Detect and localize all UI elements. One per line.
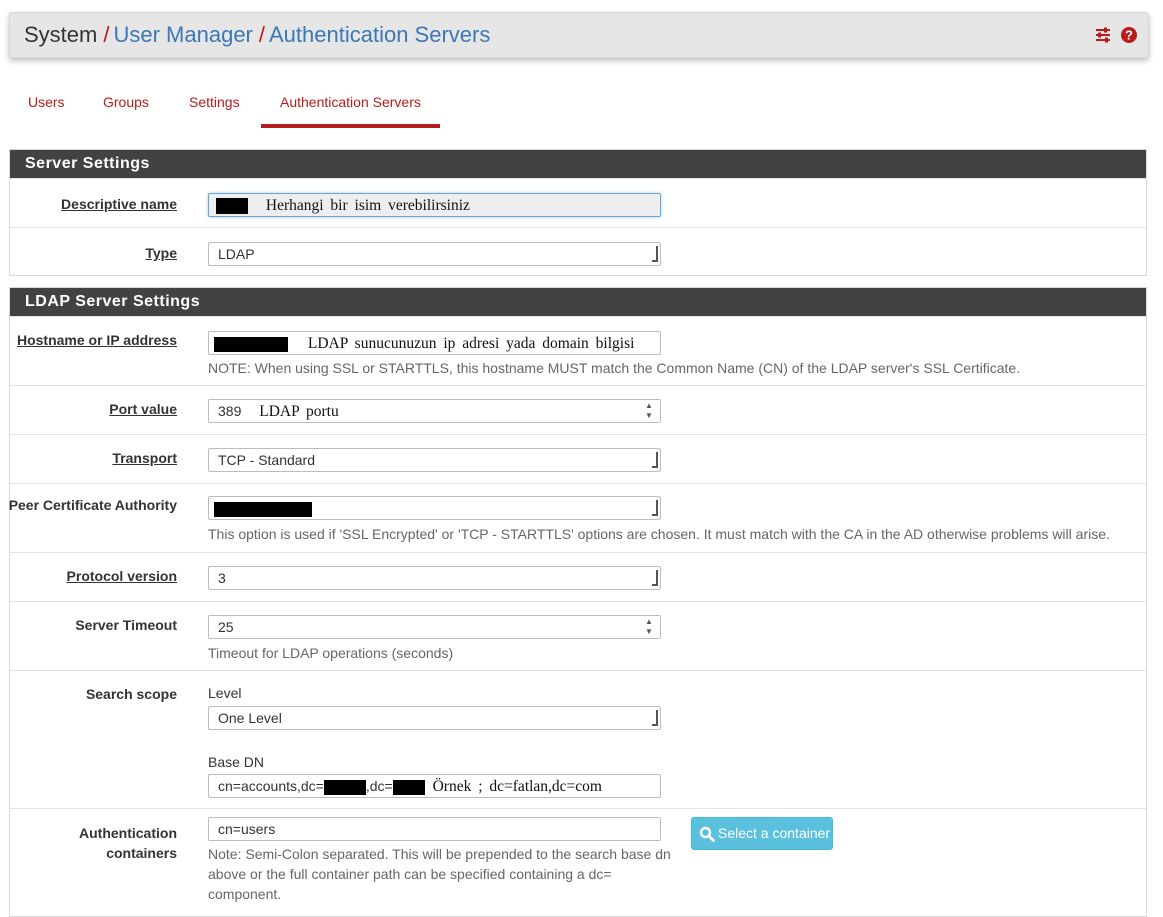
auth-containers-note: Note: Semi-Colon separated. This will be… <box>208 844 671 904</box>
form-row-protocol-version: Protocol version 3 <box>10 552 1146 601</box>
protocol-version-value: 3 <box>218 570 226 586</box>
breadcrumb-user-manager[interactable]: User Manager <box>113 22 252 47</box>
breadcrumb-separator: / <box>103 22 110 47</box>
panel-title: Server Settings <box>10 150 1146 178</box>
redacted-block <box>214 336 288 352</box>
type-select[interactable]: LDAP <box>208 242 661 266</box>
handwritten-annotation: LDAP portu <box>259 403 339 420</box>
search-icon <box>699 826 715 842</box>
breadcrumb-system: System <box>24 22 98 47</box>
protocol-version-label: Protocol version <box>66 568 177 584</box>
type-select-value: LDAP <box>218 246 255 262</box>
form-row-peer-ca: Peer Certificate Authority This option i… <box>8 483 1146 552</box>
handwritten-annotation: LDAP sunucunuzun ip adresi yada domain b… <box>307 335 635 352</box>
hostname-label: Hostname or IP address <box>16 332 177 348</box>
transport-select[interactable]: TCP - Standard <box>208 448 661 472</box>
auth-containers-note-line1: Note: Semi-Colon separated. This will be… <box>208 846 671 862</box>
breadcrumb-authentication-servers[interactable]: Authentication Servers <box>269 22 490 47</box>
type-label: Type <box>145 245 177 261</box>
auth-containers-note-line3: component. <box>208 886 282 902</box>
auth-containers-label-line1: Authentication <box>79 825 177 841</box>
port-input[interactable]: 389 LDAP portu ▲ ▼ <box>208 399 661 423</box>
chevron-down-icon <box>652 452 658 468</box>
peer-ca-note: This option is used if 'SSL Encrypted' o… <box>208 526 1110 542</box>
svg-text:?: ? <box>1125 28 1133 43</box>
transport-label: Transport <box>112 450 177 466</box>
auth-containers-label: Authentication containers <box>79 823 177 863</box>
form-row-authentication-containers: Authentication containers cn=users Selec… <box>10 808 1146 908</box>
ldap-server-settings-panel: LDAP Server Settings Hostname or IP addr… <box>9 287 1147 917</box>
form-row-hostname: Hostname or IP address LDAP sunucunuzun … <box>10 316 1146 385</box>
descriptive-name-input[interactable]: Herhangi bir isim verebilirsiniz <box>208 193 661 217</box>
form-row-descriptive-name: Descriptive name Herhangi bir isim vereb… <box>10 178 1146 227</box>
descriptive-name-label: Descriptive name <box>61 196 177 212</box>
server-settings-panel: Server Settings Descriptive name Herhang… <box>9 149 1147 276</box>
select-container-label: Select a container <box>718 825 831 841</box>
redacted-block <box>214 501 312 517</box>
form-row-server-timeout: Server Timeout 25 ▲ ▼ Timeout for LDAP op… <box>10 601 1146 670</box>
peer-ca-label: Peer Certificate Authority <box>8 497 177 513</box>
tab-groups[interactable]: Groups <box>103 84 149 128</box>
base-dn-mid: ,dc= <box>365 778 393 794</box>
peer-ca-select[interactable] <box>208 496 661 520</box>
chevron-down-icon <box>652 710 658 726</box>
tab-settings[interactable]: Settings <box>189 84 240 128</box>
page-header: System / User Manager / Authentication Serve… <box>9 12 1149 58</box>
port-value: 389 <box>218 403 242 419</box>
tab-users[interactable]: Users <box>28 84 65 128</box>
hostname-note: NOTE: When using SSL or STARTTLS, this h… <box>208 360 1021 376</box>
panel-title: LDAP Server Settings <box>10 288 1146 316</box>
form-row-type: Type LDAP <box>10 227 1146 276</box>
auth-containers-input[interactable]: cn=users <box>208 817 661 841</box>
handwritten-annotation: Herhangi bir isim verebilirsiniz <box>265 197 470 214</box>
number-spinner-icon[interactable]: ▲ ▼ <box>644 401 654 421</box>
base-dn-label: Base DN <box>208 754 265 770</box>
search-scope-level-select[interactable]: One Level <box>208 706 661 730</box>
protocol-version-select[interactable]: 3 <box>208 566 661 590</box>
server-timeout-label: Server Timeout <box>75 617 177 633</box>
level-label: Level <box>208 685 242 701</box>
breadcrumb-separator: / <box>258 22 265 47</box>
chevron-down-icon <box>652 246 658 262</box>
handwritten-annotation: Örnek ; dc=fatlan,dc=com <box>432 778 602 795</box>
base-dn-prefix: cn=accounts,dc= <box>218 778 324 794</box>
level-select-value: One Level <box>218 710 282 726</box>
transport-select-value: TCP - Standard <box>218 452 316 468</box>
chevron-down-icon <box>652 500 658 516</box>
breadcrumb: System / User Manager / Authentication Serve… <box>24 22 490 48</box>
form-row-search-scope: Search scope Level One Level Base DN cn=… <box>10 670 1146 808</box>
search-scope-label: Search scope <box>85 686 177 702</box>
redacted-block <box>323 779 366 795</box>
form-row-transport: Transport TCP - Standard <box>10 434 1146 483</box>
hostname-input[interactable]: LDAP sunucunuzun ip adresi yada domain b… <box>208 331 661 355</box>
help-circle-icon[interactable]: ? <box>1120 26 1138 44</box>
select-container-button[interactable]: Select a container <box>691 817 833 850</box>
auth-containers-label-line2: containers <box>106 845 177 861</box>
port-label: Port value <box>109 401 177 417</box>
server-timeout-note: Timeout for LDAP operations (seconds) <box>208 645 454 661</box>
redacted-block <box>392 779 425 795</box>
chevron-down-icon <box>652 570 658 586</box>
base-dn-input[interactable]: cn=accounts,dc= ,dc= Örnek ; dc=fatlan,dc… <box>208 774 661 798</box>
number-spinner-icon[interactable]: ▲ ▼ <box>644 617 654 637</box>
server-timeout-value: 25 <box>218 619 234 635</box>
sliders-icon[interactable] <box>1094 26 1112 44</box>
auth-containers-value: cn=users <box>218 821 276 837</box>
form-row-port: Port value 389 LDAP portu ▲ ▼ <box>10 385 1146 434</box>
redacted-block <box>216 198 248 215</box>
auth-containers-note-line2: above or the full container path can be … <box>208 866 612 882</box>
tab-authentication-servers[interactable]: Authentication Servers <box>261 84 440 128</box>
server-timeout-input[interactable]: 25 ▲ ▼ <box>208 615 661 639</box>
